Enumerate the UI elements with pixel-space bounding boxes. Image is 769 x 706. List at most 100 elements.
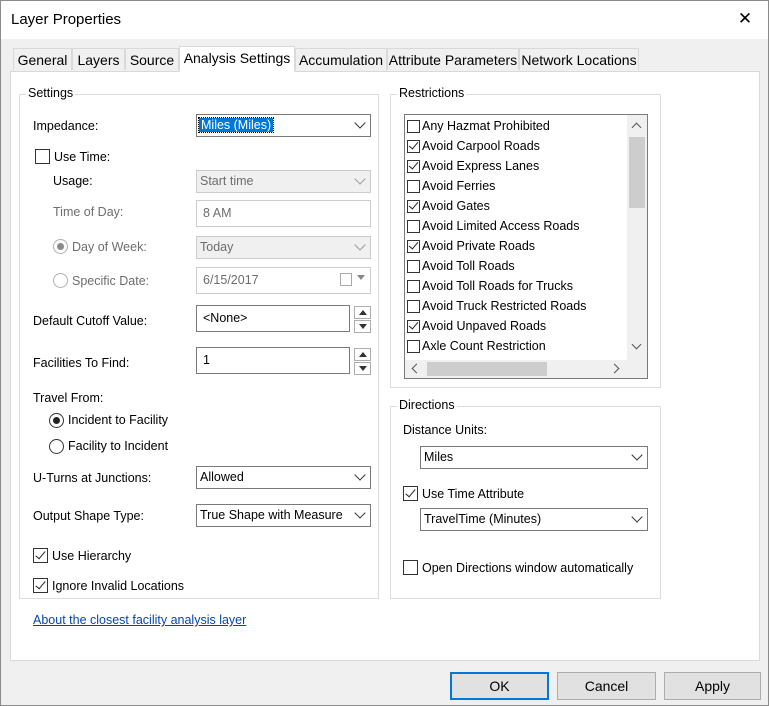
restriction-label: Avoid Carpool Roads bbox=[422, 139, 540, 153]
cancel-button[interactable]: Cancel bbox=[557, 672, 656, 700]
list-item[interactable]: Avoid Gates bbox=[405, 197, 625, 217]
restriction-checkbox[interactable] bbox=[407, 260, 420, 273]
restriction-label: Avoid Toll Roads bbox=[422, 259, 515, 273]
restriction-checkbox[interactable] bbox=[407, 160, 420, 173]
restriction-checkbox[interactable] bbox=[407, 140, 420, 153]
list-item[interactable]: Avoid Ferries bbox=[405, 177, 625, 197]
restriction-label: Avoid Truck Restricted Roads bbox=[422, 299, 587, 313]
usage-select[interactable]: Start time bbox=[196, 170, 371, 193]
list-item[interactable]: Avoid Carpool Roads bbox=[405, 137, 625, 157]
travel-from-label: Travel From: bbox=[33, 391, 104, 405]
list-item[interactable]: Avoid Limited Access Roads bbox=[405, 217, 625, 237]
list-item[interactable]: Avoid Toll Roads for Trucks bbox=[405, 277, 625, 297]
default-cutoff-value: <None> bbox=[203, 311, 248, 325]
vertical-scrollbar[interactable] bbox=[627, 115, 647, 360]
u-turns-value: Allowed bbox=[200, 470, 244, 484]
specific-date-picker[interactable]: 6/15/2017 bbox=[196, 267, 371, 294]
open-directions-checkbox[interactable] bbox=[403, 560, 418, 575]
list-item[interactable]: Axle Count Restriction bbox=[405, 337, 625, 357]
tab-attribute-parameters[interactable]: Attribute Parameters bbox=[387, 48, 519, 70]
tab-network-locations[interactable]: Network Locations bbox=[519, 48, 639, 70]
restriction-label: Avoid Express Lanes bbox=[422, 159, 540, 173]
time-of-day-input[interactable]: 8 AM bbox=[196, 200, 371, 227]
use-time-checkbox[interactable] bbox=[35, 149, 50, 164]
facilities-to-find-spinner[interactable] bbox=[354, 348, 371, 375]
default-cutoff-input[interactable]: <None> bbox=[196, 305, 350, 332]
impedance-select[interactable]: Miles (Miles) bbox=[196, 114, 371, 137]
arrow-up-icon bbox=[359, 352, 367, 357]
specific-date-radio[interactable] bbox=[53, 273, 68, 288]
output-shape-select[interactable]: True Shape with Measure bbox=[196, 504, 371, 527]
distance-units-select[interactable]: Miles bbox=[420, 446, 648, 469]
scroll-corner bbox=[627, 360, 647, 378]
restriction-checkbox[interactable] bbox=[407, 320, 420, 333]
day-of-week-select[interactable]: Today bbox=[196, 236, 371, 259]
restriction-label: Axle Count Restriction bbox=[422, 339, 546, 353]
tab-layers[interactable]: Layers bbox=[72, 48, 125, 70]
ok-button[interactable]: OK bbox=[450, 672, 549, 700]
facility-to-incident-radio[interactable] bbox=[49, 439, 64, 454]
incident-to-facility-radio[interactable] bbox=[49, 413, 64, 428]
tab-analysis-settings[interactable]: Analysis Settings bbox=[179, 46, 295, 72]
restriction-checkbox[interactable] bbox=[407, 280, 420, 293]
restriction-label: Avoid Toll Roads for Trucks bbox=[422, 279, 573, 293]
restriction-label: Avoid Private Roads bbox=[422, 239, 536, 253]
list-item[interactable]: Avoid Unpaved Roads bbox=[405, 317, 625, 337]
spin-down-button[interactable] bbox=[354, 320, 371, 333]
u-turns-label: U-Turns at Junctions: bbox=[33, 471, 152, 485]
u-turns-select[interactable]: Allowed bbox=[196, 466, 371, 489]
horizontal-scrollbar[interactable] bbox=[405, 360, 627, 378]
layer-properties-dialog: Layer Properties ✕ General Layers Source… bbox=[0, 0, 769, 706]
use-hierarchy-checkbox[interactable] bbox=[33, 548, 48, 563]
tab-source[interactable]: Source bbox=[125, 48, 179, 70]
restrictions-list[interactable]: Any Hazmat Prohibited Avoid Carpool Road… bbox=[404, 114, 648, 379]
tab-accumulation[interactable]: Accumulation bbox=[295, 48, 387, 70]
default-cutoff-spinner[interactable] bbox=[354, 306, 371, 333]
list-item[interactable]: Avoid Express Lanes bbox=[405, 157, 625, 177]
arrow-up-icon bbox=[359, 310, 367, 315]
spin-up-button[interactable] bbox=[354, 348, 371, 361]
scroll-thumb[interactable] bbox=[427, 362, 547, 376]
list-item[interactable]: Avoid Private Roads bbox=[405, 237, 625, 257]
use-time-label: Use Time: bbox=[54, 150, 111, 164]
list-item[interactable]: Avoid Toll Roads bbox=[405, 257, 625, 277]
restriction-checkbox[interactable] bbox=[407, 200, 420, 213]
restriction-checkbox[interactable] bbox=[407, 180, 420, 193]
open-directions-label: Open Directions window automatically bbox=[422, 561, 634, 575]
day-of-week-label: Day of Week: bbox=[72, 240, 147, 254]
day-of-week-radio[interactable] bbox=[53, 239, 68, 254]
title-bar: Layer Properties ✕ bbox=[1, 1, 768, 39]
settings-group-title: Settings bbox=[26, 86, 76, 100]
close-icon[interactable]: ✕ bbox=[730, 5, 760, 33]
restriction-checkbox[interactable] bbox=[407, 300, 420, 313]
restriction-checkbox[interactable] bbox=[407, 120, 420, 133]
time-of-day-value: 8 AM bbox=[203, 206, 232, 220]
list-item[interactable]: Avoid Truck Restricted Roads bbox=[405, 297, 625, 317]
use-time-attribute-checkbox[interactable] bbox=[403, 486, 418, 501]
distance-units-value: Miles bbox=[424, 450, 454, 464]
restriction-checkbox[interactable] bbox=[407, 220, 420, 233]
spin-down-button[interactable] bbox=[354, 362, 371, 375]
scroll-down-icon[interactable] bbox=[631, 339, 642, 350]
restriction-checkbox[interactable] bbox=[407, 240, 420, 253]
scroll-thumb[interactable] bbox=[629, 137, 645, 208]
use-time-attribute-label: Use Time Attribute bbox=[422, 487, 525, 501]
calendar-icon bbox=[340, 273, 352, 286]
apply-button[interactable]: Apply bbox=[664, 672, 761, 700]
about-layer-link[interactable]: About the closest facility analysis laye… bbox=[33, 613, 246, 627]
day-of-week-value: Today bbox=[200, 240, 234, 254]
scroll-right-icon[interactable] bbox=[609, 363, 620, 374]
restriction-label: Avoid Limited Access Roads bbox=[422, 219, 580, 233]
scroll-up-icon[interactable] bbox=[631, 122, 642, 133]
facilities-to-find-value: 1 bbox=[203, 353, 210, 367]
default-cutoff-label: Default Cutoff Value: bbox=[33, 314, 148, 328]
scroll-left-icon[interactable] bbox=[411, 363, 422, 374]
spin-up-button[interactable] bbox=[354, 306, 371, 319]
facilities-to-find-input[interactable]: 1 bbox=[196, 347, 350, 374]
time-attribute-select[interactable]: TravelTime (Minutes) bbox=[420, 508, 648, 531]
ignore-invalid-checkbox[interactable] bbox=[33, 578, 48, 593]
tab-general[interactable]: General bbox=[13, 48, 72, 70]
facilities-to-find-label: Facilities To Find: bbox=[33, 356, 130, 370]
list-item[interactable]: Any Hazmat Prohibited bbox=[405, 117, 625, 137]
restriction-checkbox[interactable] bbox=[407, 340, 420, 353]
